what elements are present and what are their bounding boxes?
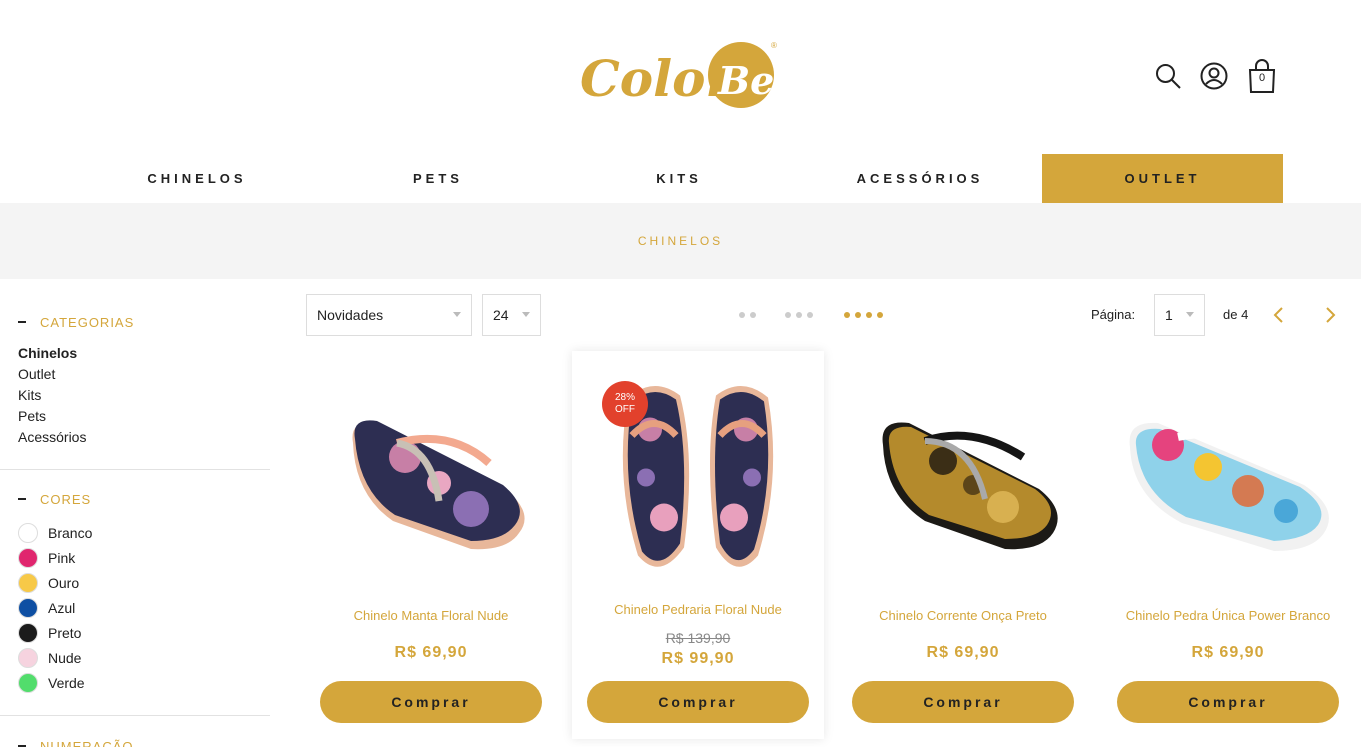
nav-item-kits[interactable]: KITS xyxy=(559,154,799,203)
sort-select[interactable]: Novidades xyxy=(306,294,472,336)
color-filter-label: Verde xyxy=(48,674,85,691)
filter-colors-title: CORES xyxy=(40,491,92,507)
color-filter-azul[interactable]: Azul xyxy=(18,595,252,620)
chevron-right-icon[interactable] xyxy=(1322,306,1338,324)
filter-size-title: NUMERAÇÃO xyxy=(40,738,134,747)
color-filter-verde[interactable]: Verde xyxy=(18,670,252,695)
page-select-value: 1 xyxy=(1165,307,1173,323)
grid-3-columns-toggle[interactable] xyxy=(785,312,813,318)
chevron-down-icon xyxy=(1186,312,1194,317)
page-label: Página: xyxy=(1091,307,1136,322)
color-swatch[interactable] xyxy=(18,572,38,593)
category-banner: CHINELOS xyxy=(0,203,1361,279)
filter-categories-title: CATEGORIAS xyxy=(40,314,135,330)
product-card[interactable]: Chinelo Pedra Única Power Branco R$ 69,9… xyxy=(1102,351,1354,739)
buy-button[interactable]: Comprar xyxy=(852,681,1074,723)
collapse-icon xyxy=(18,498,26,500)
product-price: R$ 69,90 xyxy=(1191,644,1265,661)
product-card[interactable]: Chinelo Manta Floral Nude R$ 69,90 Compr… xyxy=(305,351,557,739)
nav-item-chinelos[interactable]: CHINELOS xyxy=(77,154,317,203)
svg-text:®: ® xyxy=(771,41,777,50)
color-swatch[interactable] xyxy=(18,672,38,693)
color-be-logo[interactable]: Color Be ® xyxy=(578,34,783,114)
product-name[interactable]: Chinelo Pedra Única Power Branco xyxy=(1102,608,1354,623)
product-price: R$ 69,90 xyxy=(926,644,1000,661)
per-page-select[interactable]: 24 xyxy=(482,294,541,336)
cart-count: 0 xyxy=(1258,72,1266,84)
color-filter-label: Azul xyxy=(48,599,76,616)
product-image[interactable] xyxy=(321,371,541,571)
filter-colors: CORES Branco Pink Ouro Azul Preto Nude Verde xyxy=(0,470,270,716)
category-outlet[interactable]: Outlet xyxy=(18,364,252,385)
filter-size-toggle[interactable]: NUMERAÇÃO xyxy=(18,736,252,747)
chevron-down-icon xyxy=(453,312,461,317)
sort-select-value: Novidades xyxy=(317,307,384,323)
category-pets[interactable]: Pets xyxy=(18,406,252,427)
color-filter-preto[interactable]: Preto xyxy=(18,620,252,645)
color-filter-ouro[interactable]: Ouro xyxy=(18,570,252,595)
product-price: R$ 69,90 xyxy=(394,644,468,661)
color-swatch[interactable] xyxy=(18,547,38,568)
category-chinelos[interactable]: Chinelos xyxy=(18,343,252,364)
collapse-icon xyxy=(18,321,26,323)
grid-4-columns-toggle[interactable] xyxy=(844,312,883,318)
cart-icon[interactable]: 0 xyxy=(1246,58,1278,94)
filter-categories: CATEGORIAS Chinelos Outlet Kits Pets Ace… xyxy=(0,279,270,470)
grid-2-columns-toggle[interactable] xyxy=(739,312,756,318)
color-filter-branco[interactable]: Branco xyxy=(18,520,252,545)
account-icon[interactable] xyxy=(1200,60,1228,92)
color-swatch[interactable] xyxy=(18,647,38,668)
nav-item-outlet[interactable]: OUTLET xyxy=(1042,154,1283,203)
product-image[interactable] xyxy=(1118,371,1338,571)
chevron-left-icon[interactable] xyxy=(1271,306,1287,324)
product-image[interactable] xyxy=(853,371,1073,571)
product-name[interactable]: Chinelo Manta Floral Nude xyxy=(305,608,557,623)
color-filter-label: Ouro xyxy=(48,574,80,591)
color-filter-label: Preto xyxy=(48,624,82,641)
color-filter-pink[interactable]: Pink xyxy=(18,545,252,570)
chevron-down-icon xyxy=(522,312,530,317)
color-filter-label: Branco xyxy=(48,524,93,541)
buy-button[interactable]: Comprar xyxy=(1117,681,1339,723)
color-swatch[interactable] xyxy=(18,597,38,618)
color-filter-label: Nude xyxy=(48,649,82,666)
product-name[interactable]: Chinelo Corrente Onça Preto xyxy=(837,608,1089,623)
buy-button[interactable]: Comprar xyxy=(320,681,542,723)
product-old-price: R$ 139,90 xyxy=(665,630,731,646)
product-name[interactable]: Chinelo Pedraria Floral Nude xyxy=(572,602,824,617)
product-price: R$ 99,90 xyxy=(661,650,735,667)
site-header: Color Be ® 0 xyxy=(0,0,1361,154)
category-kits[interactable]: Kits xyxy=(18,385,252,406)
product-card[interactable]: Chinelo Corrente Onça Preto R$ 69,90 Com… xyxy=(837,351,1089,739)
color-swatch[interactable] xyxy=(18,622,38,643)
page-select[interactable]: 1 xyxy=(1154,294,1205,336)
color-swatch[interactable] xyxy=(18,522,38,543)
page-total: de 4 xyxy=(1223,307,1249,322)
nav-item-acessorios[interactable]: ACESSÓRIOS xyxy=(800,154,1040,203)
filter-sidebar: CATEGORIAS Chinelos Outlet Kits Pets Ace… xyxy=(0,279,270,747)
color-filter-label: Pink xyxy=(48,549,76,566)
color-filter-nude[interactable]: Nude xyxy=(18,645,252,670)
svg-text:Be: Be xyxy=(717,58,774,103)
search-icon[interactable] xyxy=(1154,60,1182,92)
discount-badge: 28% OFF xyxy=(602,381,648,427)
buy-button[interactable]: Comprar xyxy=(587,681,809,723)
per-page-select-value: 24 xyxy=(493,307,509,323)
nav-item-pets[interactable]: PETS xyxy=(318,154,558,203)
product-card[interactable]: 28% OFF Chinelo Pedraria Floral Nude R$ 1… xyxy=(572,351,824,739)
filter-colors-toggle[interactable]: CORES xyxy=(18,489,252,509)
filter-size: NUMERAÇÃO xyxy=(0,716,270,747)
main-nav: CHINELOS PETS KITS ACESSÓRIOS OUTLET xyxy=(0,154,1361,203)
filter-categories-toggle[interactable]: CATEGORIAS xyxy=(18,312,252,332)
category-acessorios[interactable]: Acessórios xyxy=(18,427,252,448)
